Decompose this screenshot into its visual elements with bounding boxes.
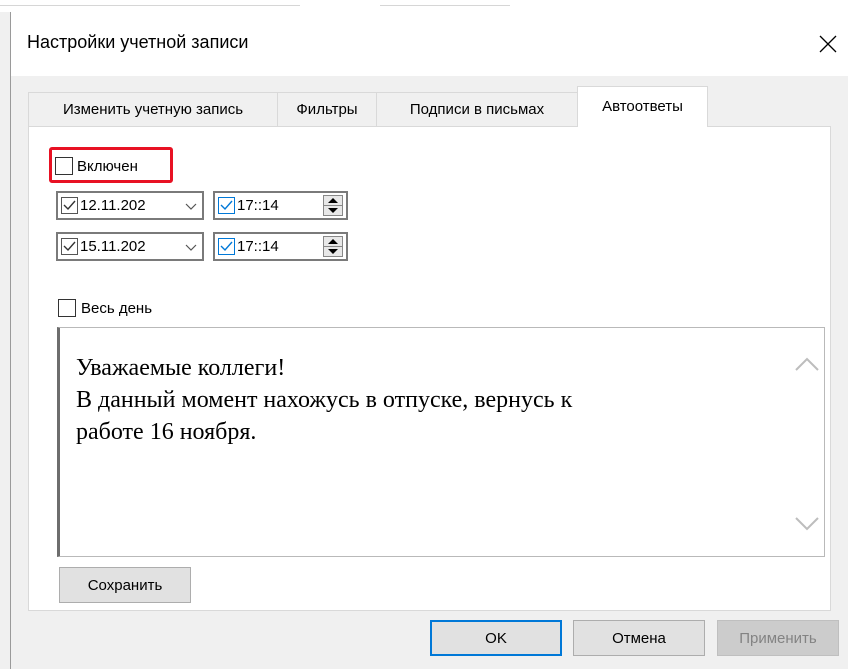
- message-text: Уважаемые коллеги! В данный момент нахож…: [76, 352, 766, 448]
- start-date-checkbox[interactable]: [61, 197, 78, 214]
- spin-divider: [324, 205, 342, 206]
- start-time-value: 17::14: [237, 197, 279, 214]
- spin-up-icon: [328, 198, 338, 203]
- end-time-picker[interactable]: 17::14: [213, 232, 348, 261]
- start-time-picker[interactable]: 17::14: [213, 191, 348, 220]
- spin-down-icon: [328, 208, 338, 213]
- save-button[interactable]: Сохранить: [59, 567, 191, 603]
- account-settings-dialog: Настройки учетной записи Изменить учетну…: [10, 12, 848, 669]
- message-line: работе 16 ноября.: [76, 419, 257, 445]
- end-time-checkbox[interactable]: [218, 238, 235, 255]
- scroll-down-icon[interactable]: [794, 514, 820, 534]
- checkmark-icon: [63, 200, 76, 211]
- autoreplies-panel: Включен 12.11.202 17::14 15.11.202 17::1…: [28, 126, 831, 611]
- tab-signatures[interactable]: Подписи в письмах: [376, 92, 578, 126]
- background-divider: [380, 5, 510, 6]
- close-button[interactable]: [808, 26, 848, 62]
- tab-edit-account[interactable]: Изменить учетную запись: [28, 92, 278, 126]
- checkmark-icon: [220, 200, 233, 211]
- scroll-up-icon[interactable]: [794, 354, 820, 374]
- spin-divider: [324, 246, 342, 247]
- tab-filters[interactable]: Фильтры: [277, 92, 377, 126]
- all-day-label: Весь день: [81, 299, 153, 317]
- end-date-checkbox[interactable]: [61, 238, 78, 255]
- message-line: В данный момент нахожусь в отпуске, верн…: [76, 387, 573, 413]
- tab-autoreplies[interactable]: Автоответы: [577, 86, 708, 127]
- start-time-checkbox[interactable]: [218, 197, 235, 214]
- chevron-down-icon: [185, 244, 197, 251]
- dialog-title: Настройки учетной записи: [27, 32, 249, 52]
- background-window-strip: [0, 0, 848, 12]
- checkmark-icon: [220, 241, 233, 252]
- chevron-down-icon: [185, 203, 197, 210]
- apply-button[interactable]: Применить: [717, 620, 839, 656]
- spin-up-icon: [328, 239, 338, 244]
- autoreply-message-editor[interactable]: Уважаемые коллеги! В данный момент нахож…: [57, 327, 825, 557]
- enabled-checkbox[interactable]: [55, 157, 73, 175]
- checkmark-icon: [63, 241, 76, 252]
- all-day-checkbox[interactable]: [58, 299, 76, 317]
- start-time-spinner[interactable]: [323, 195, 343, 216]
- end-date-picker[interactable]: 15.11.202: [56, 232, 204, 261]
- end-time-value: 17::14: [237, 238, 279, 255]
- close-icon: [819, 35, 837, 53]
- background-divider: [0, 5, 300, 6]
- end-time-spinner[interactable]: [323, 236, 343, 257]
- start-date-picker[interactable]: 12.11.202: [56, 191, 204, 220]
- end-date-value: 15.11.202: [80, 238, 146, 255]
- enabled-option: Включен: [55, 155, 138, 177]
- title-bar: Настройки учетной записи: [11, 12, 848, 76]
- start-date-value: 12.11.202: [80, 197, 146, 214]
- cancel-button[interactable]: Отмена: [573, 620, 705, 656]
- message-line: Уважаемые коллеги!: [76, 355, 286, 381]
- spin-down-icon: [328, 249, 338, 254]
- enabled-label: Включен: [77, 157, 138, 175]
- ok-button[interactable]: OK: [430, 620, 562, 656]
- all-day-option: Весь день: [58, 299, 152, 317]
